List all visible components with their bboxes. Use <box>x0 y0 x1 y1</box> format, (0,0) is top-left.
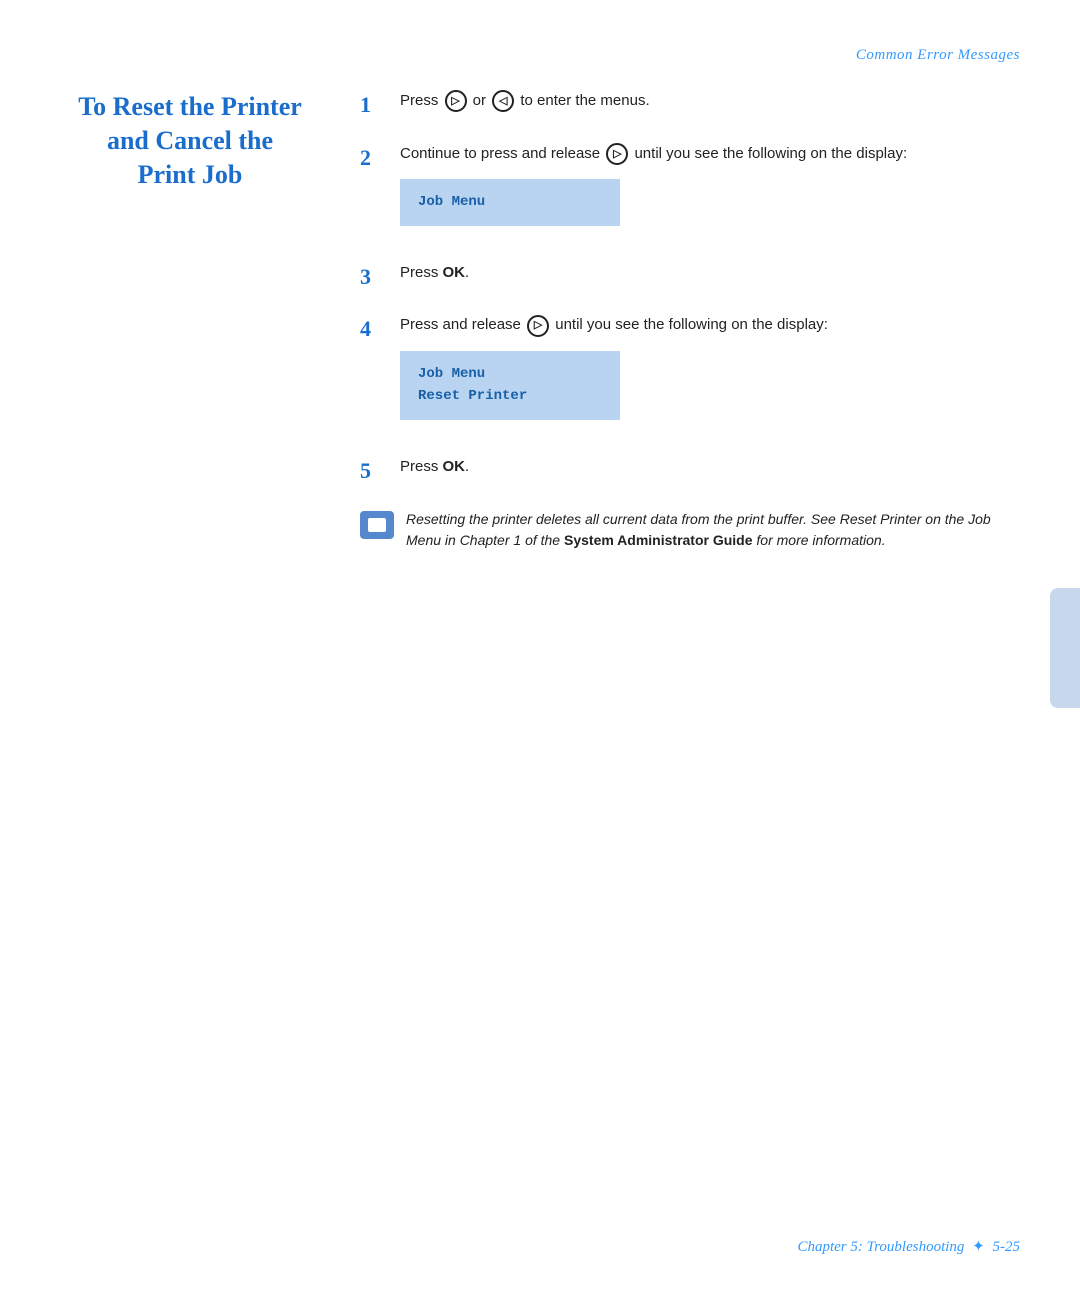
left-arrow-icon: ◁ <box>492 90 514 112</box>
note-text: Resetting the printer deletes all curren… <box>406 509 1020 552</box>
step-4: 4 Press and release ▷ until you see the … <box>360 314 1020 433</box>
steps-content: 1 Press ▷ or ◁ to enter the menus. 2 Con… <box>360 90 1020 552</box>
step-3-ok: OK <box>443 264 466 281</box>
display-box-2: Job MenuReset Printer <box>400 351 620 420</box>
title-line3: Print Job <box>138 160 243 189</box>
footer-diamond: ✦ <box>972 1237 985 1256</box>
step4-right-arrow-icon: ▷ <box>527 315 549 337</box>
step-5: 5 Press OK. <box>360 456 1020 487</box>
step-3-text: Press OK. <box>400 262 469 285</box>
step-4-number: 4 <box>360 314 390 345</box>
title-line2: and Cancel the <box>107 126 273 155</box>
step-5-number: 5 <box>360 456 390 487</box>
note-icon <box>360 511 394 539</box>
step-4-text: Press and release ▷ until you see the fo… <box>400 314 828 433</box>
display-box-1: Job Menu <box>400 179 620 225</box>
step-5-ok: OK <box>443 458 466 475</box>
title-line1: To Reset the Printer <box>78 92 302 121</box>
step-5-text: Press OK. <box>400 456 469 479</box>
note-box: Resetting the printer deletes all curren… <box>360 509 1020 552</box>
note-bold-text: System Administrator Guide <box>564 532 753 548</box>
step-3: 3 Press OK. <box>360 262 1020 293</box>
step-1: 1 Press ▷ or ◁ to enter the menus. <box>360 90 1020 121</box>
step-2-number: 2 <box>360 143 390 174</box>
step-2: 2 Continue to press and release ▷ until … <box>360 143 1020 240</box>
footer-chapter: Chapter 5: Troubleshooting <box>797 1239 964 1255</box>
step-1-number: 1 <box>360 90 390 121</box>
step-1-text: Press ▷ or ◁ to enter the menus. <box>400 90 650 113</box>
section-title-block: To Reset the Printer and Cancel the Prin… <box>60 90 320 191</box>
step-3-number: 3 <box>360 262 390 293</box>
page-footer: Chapter 5: Troubleshooting ✦ 5-25 <box>797 1237 1020 1256</box>
right-arrow-icon: ▷ <box>445 90 467 112</box>
step2-right-arrow-icon: ▷ <box>606 143 628 165</box>
section-title: To Reset the Printer and Cancel the Prin… <box>60 90 320 191</box>
page-section-header: Common Error Messages <box>856 47 1020 64</box>
page-tab <box>1050 588 1080 708</box>
step-2-text: Continue to press and release ▷ until yo… <box>400 143 907 240</box>
footer-page: 5-25 <box>993 1239 1021 1255</box>
